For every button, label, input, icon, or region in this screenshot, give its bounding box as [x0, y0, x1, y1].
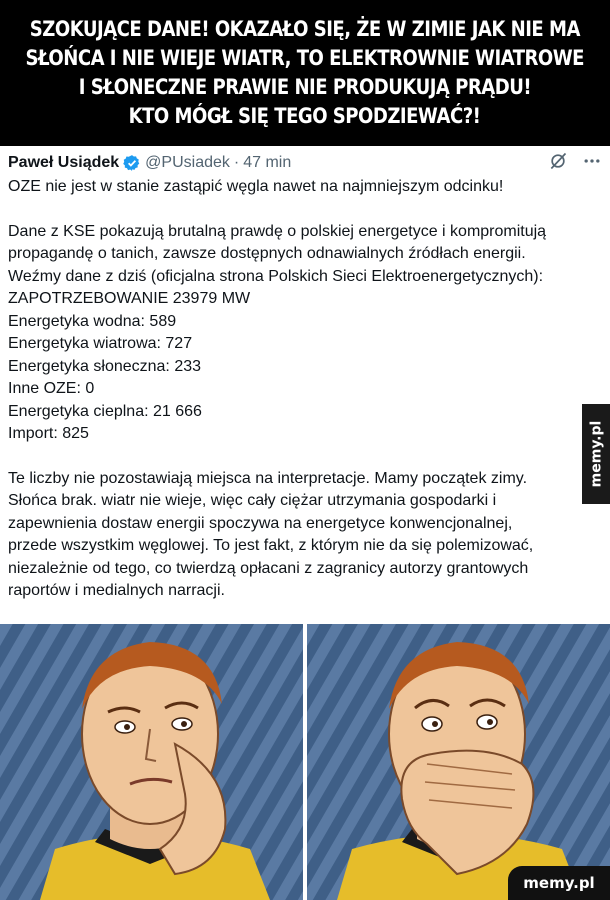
- tweet-line: propagandę o tanich, zawsze dostępnych o…: [8, 245, 526, 262]
- watermark-bottom: memy.pl: [508, 866, 610, 900]
- meme-panel-left: [0, 624, 303, 900]
- tweet-line: Import: 825: [8, 425, 89, 442]
- tweet-line: raportów i medialnych narracji.: [8, 582, 225, 599]
- tweet-header: Paweł Usiądek @PUsiadek · 47 min: [8, 150, 602, 176]
- watermark-side: memy.pl: [582, 404, 610, 504]
- hand-over-mouth-pose-illustration: [307, 624, 610, 900]
- headline-line: SŁOŃCA I NIE WIEJE WIATR, TO ELEKTROWNIE…: [25, 46, 585, 70]
- grok-icon[interactable]: [548, 151, 568, 176]
- tweet-line: OZE nie jest w stanie zastąpić węgla naw…: [8, 178, 504, 195]
- headline: SZOKUJĄCE DANE! OKAZAŁO SIĘ, ŻE W ZIMIE …: [0, 0, 610, 146]
- tweet-line: Energetyka cieplna: 21 666: [8, 402, 202, 420]
- author-name[interactable]: Paweł Usiądek: [8, 154, 119, 172]
- tweet-line: Te liczby nie pozostawiają miejsca na in…: [8, 469, 528, 487]
- tweet-line: Energetyka słoneczna: 233: [8, 357, 202, 375]
- tweet-line: zapewnienia dostaw energii spoczywa na e…: [8, 514, 513, 532]
- tweet-line: przede wszystkim węglowej. To jest fakt,…: [8, 537, 534, 554]
- tweet-line: niezależnie od tego, co twierdzą opłacan…: [8, 559, 529, 577]
- tweet-line: ZAPOTRZEBOWANIE 23979 MW: [8, 290, 251, 307]
- tweet-line: Weźmy dane z dziś (oficjalna strona Pols…: [8, 267, 544, 285]
- more-icon[interactable]: [582, 151, 602, 176]
- thinking-pose-illustration: [0, 624, 303, 900]
- headline-line: KTO MÓGŁ SIĘ TEGO SPODZIEWAĆ?!: [129, 104, 481, 128]
- tweet-line: Energetyka wodna: 589: [8, 312, 177, 330]
- tweet-line: Energetyka wiatrowa: 727: [8, 335, 193, 352]
- tweet-card: Paweł Usiądek @PUsiadek · 47 min OZE nie…: [0, 146, 610, 624]
- tweet-line: Inne OZE: 0: [8, 380, 95, 397]
- watermark-side-text: memy.pl: [588, 420, 604, 488]
- tweet-line: Dane z KSE pokazują brutalną prawdę o po…: [8, 222, 547, 240]
- tweet-timestamp[interactable]: 47 min: [243, 154, 291, 172]
- author-handle[interactable]: @PUsiadek: [145, 154, 230, 172]
- meme-panel-right: memy.pl: [307, 624, 610, 900]
- headline-line: I SŁONECZNE PRAWIE NIE PRODUKUJĄ PRĄDU!: [78, 75, 532, 99]
- tweet-line: Słońca brak. wiatr nie wieje, więc cały …: [8, 492, 497, 509]
- header-actions: [548, 151, 602, 176]
- meme-image: memy.pl: [0, 624, 610, 900]
- tweet-text: OZE nie jest w stanie zastąpić węgla naw…: [8, 176, 602, 603]
- headline-line: SZOKUJĄCE DANE! OKAZAŁO SIĘ, ŻE W ZIMIE …: [29, 17, 581, 41]
- verified-badge-icon: [123, 154, 141, 172]
- separator: ·: [233, 154, 240, 171]
